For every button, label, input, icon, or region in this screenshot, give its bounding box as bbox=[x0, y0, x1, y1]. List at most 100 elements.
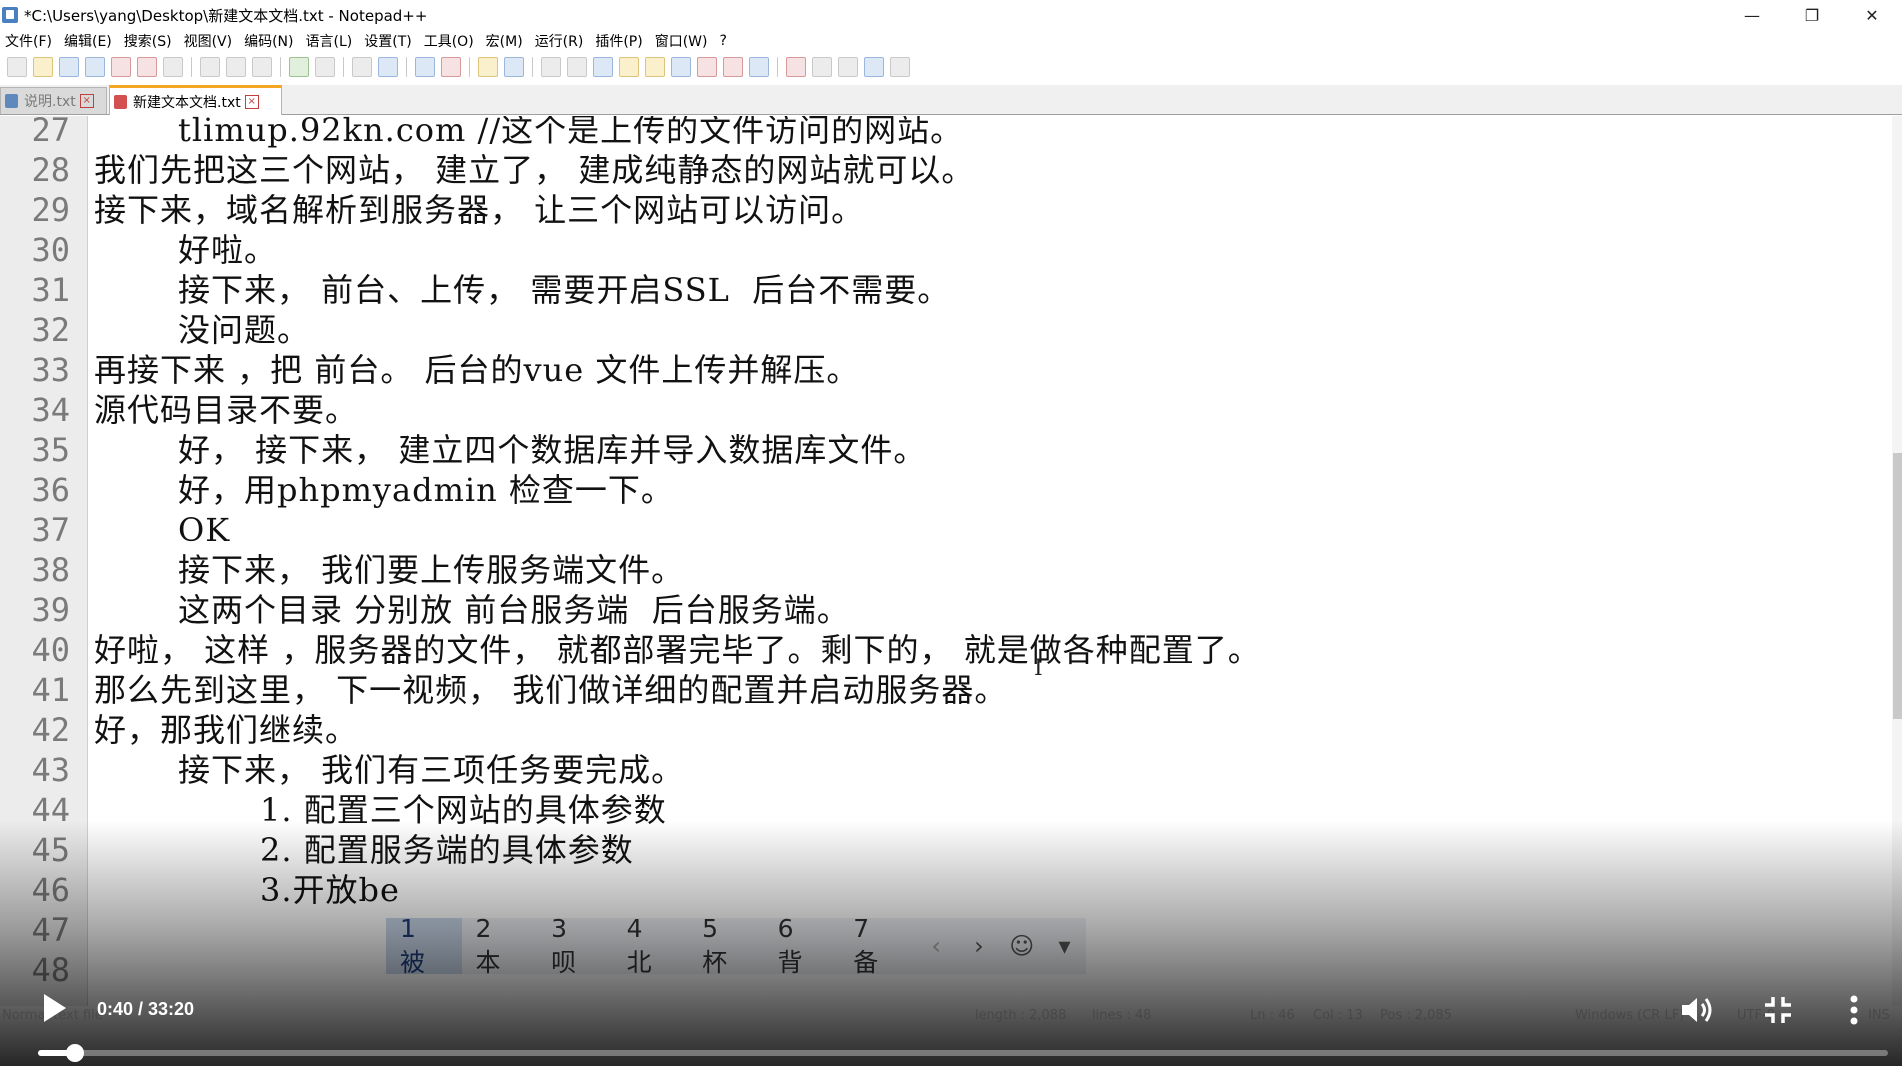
open-file-icon[interactable] bbox=[33, 57, 53, 77]
save-macro-icon[interactable] bbox=[890, 57, 910, 77]
indent-guide-icon[interactable] bbox=[593, 57, 613, 77]
tab-close-icon[interactable]: × bbox=[244, 94, 259, 109]
line-number: 36 bbox=[31, 471, 70, 509]
menu-window[interactable]: 窗口(W) bbox=[650, 31, 715, 51]
more-options-icon[interactable] bbox=[1848, 994, 1860, 1026]
undo-icon[interactable] bbox=[289, 57, 309, 77]
video-progress-bar[interactable] bbox=[38, 1044, 1888, 1062]
menu-tools[interactable]: 工具(O) bbox=[419, 31, 481, 51]
close-file-icon[interactable] bbox=[111, 57, 131, 77]
run-macro-multiple-icon[interactable] bbox=[864, 57, 884, 77]
save-icon[interactable] bbox=[59, 57, 79, 77]
scrollbar-thumb[interactable] bbox=[1893, 453, 1902, 719]
editor-line[interactable]: 31 接下来， 前台、上传， 需要开启SSL 后台不需要。 bbox=[0, 270, 1880, 310]
monitoring-icon[interactable] bbox=[749, 57, 769, 77]
editor-line[interactable]: 37 OK bbox=[0, 510, 1880, 550]
play-macro-icon[interactable] bbox=[838, 57, 858, 77]
editor-line[interactable]: 38 接下来， 我们要上传服务端文件。 bbox=[0, 550, 1880, 590]
editor-area[interactable]: 27 tlimup.92kn.com //这个是上传的文件访问的网站。 28 我们先把… bbox=[0, 116, 1902, 1006]
line-number: 34 bbox=[31, 391, 70, 429]
save-all-icon[interactable] bbox=[85, 57, 105, 77]
ime-candidate[interactable]: 7 备 bbox=[839, 914, 915, 977]
editor-line[interactable]: 36 好，用phpmyadmin 检查一下。 bbox=[0, 470, 1880, 510]
video-progress-handle[interactable] bbox=[66, 1044, 84, 1062]
paste-icon[interactable] bbox=[252, 57, 272, 77]
redo-icon[interactable] bbox=[315, 57, 335, 77]
minimize-button[interactable]: — bbox=[1722, 0, 1782, 30]
ime-expand-icon[interactable]: ▾ bbox=[1043, 932, 1086, 960]
menu-edit[interactable]: 编辑(E) bbox=[59, 31, 119, 51]
exit-fullscreen-icon[interactable] bbox=[1762, 994, 1794, 1026]
editor-line[interactable]: 40 好啦， 这样 ，服务器的文件， 就都部署完毕了。剩下的， 就是做各种配置了。 bbox=[0, 630, 1880, 670]
menu-settings[interactable]: 设置(T) bbox=[359, 31, 418, 51]
editor-line[interactable]: 45 2. 配置服务端的具体参数 bbox=[0, 830, 1880, 870]
close-all-icon[interactable] bbox=[137, 57, 157, 77]
volume-icon[interactable] bbox=[1680, 994, 1714, 1026]
stop-macro-icon[interactable] bbox=[812, 57, 832, 77]
menu-plugins[interactable]: 插件(P) bbox=[590, 31, 649, 51]
editor-line[interactable]: 43 接下来， 我们有三项任务要完成。 bbox=[0, 750, 1880, 790]
editor-line[interactable]: 46 3.开放be bbox=[0, 870, 1880, 910]
editor-line[interactable]: 41 那么先到这里， 下一视频， 我们做详细的配置并启动服务器。 bbox=[0, 670, 1880, 710]
editor-line[interactable]: 35 好， 接下来， 建立四个数据库并导入数据库文件。 bbox=[0, 430, 1880, 470]
word-wrap-icon[interactable] bbox=[541, 57, 561, 77]
toolbar bbox=[0, 52, 1902, 82]
sync-horizontal-icon[interactable] bbox=[504, 57, 524, 77]
vertical-scrollbar[interactable] bbox=[1892, 116, 1902, 1006]
menu-run[interactable]: 运行(R) bbox=[530, 31, 591, 51]
line-number: 31 bbox=[31, 271, 70, 309]
restore-button[interactable]: ❐ bbox=[1782, 0, 1842, 30]
ime-candidate[interactable]: 6 背 bbox=[764, 914, 840, 977]
doc-switcher-icon[interactable] bbox=[723, 57, 743, 77]
ime-candidate[interactable]: 1 被 bbox=[386, 914, 462, 977]
tab-close-icon[interactable]: × bbox=[79, 94, 94, 108]
record-macro-icon[interactable] bbox=[786, 57, 806, 77]
ime-candidate[interactable]: 5 杯 bbox=[688, 914, 764, 977]
ime-next-page-icon[interactable]: › bbox=[958, 932, 1001, 960]
menu-macro[interactable]: 宏(M) bbox=[481, 31, 530, 51]
ime-candidate[interactable]: 4 北 bbox=[613, 914, 689, 977]
replace-icon[interactable] bbox=[378, 57, 398, 77]
editor-line[interactable]: 39 这两个目录 分别放 前台服务端 后台服务端。 bbox=[0, 590, 1880, 630]
editor-line[interactable]: 42 好，那我们继续。 bbox=[0, 710, 1880, 750]
function-list-icon[interactable] bbox=[671, 57, 691, 77]
close-button[interactable]: ✕ bbox=[1842, 0, 1902, 30]
line-number: 32 bbox=[31, 311, 70, 349]
menu-search[interactable]: 搜索(S) bbox=[119, 31, 179, 51]
zoom-in-icon[interactable] bbox=[415, 57, 435, 77]
find-icon[interactable] bbox=[352, 57, 372, 77]
user-language-icon[interactable] bbox=[619, 57, 639, 77]
menu-help[interactable]: ? bbox=[715, 33, 734, 49]
print-icon[interactable] bbox=[163, 57, 183, 77]
ime-emoji-icon[interactable]: ☺ bbox=[1000, 932, 1043, 960]
cut-icon[interactable] bbox=[200, 57, 220, 77]
show-all-characters-icon[interactable] bbox=[567, 57, 587, 77]
editor-line[interactable]: 29 接下来，域名解析到服务器， 让三个网站可以访问。 bbox=[0, 190, 1880, 230]
menu-file[interactable]: 文件(F) bbox=[0, 31, 59, 51]
editor-line[interactable]: 27 tlimup.92kn.com //这个是上传的文件访问的网站。 bbox=[0, 116, 1880, 150]
folder-workspace-icon[interactable] bbox=[697, 57, 717, 77]
menu-language[interactable]: 语言(L) bbox=[301, 31, 360, 51]
ime-candidate[interactable]: 2 本 bbox=[462, 914, 538, 977]
ime-prev-page-icon[interactable]: ‹ bbox=[915, 932, 958, 960]
play-icon[interactable] bbox=[44, 994, 66, 1022]
status-insert-mode: INS bbox=[1868, 1008, 1890, 1023]
status-column: Col : 13 bbox=[1313, 1008, 1363, 1023]
zoom-out-icon[interactable] bbox=[441, 57, 461, 77]
document-map-icon[interactable] bbox=[645, 57, 665, 77]
tab-readme[interactable]: 说明.txt × bbox=[0, 87, 107, 114]
ime-candidate[interactable]: 3 呗 bbox=[537, 914, 613, 977]
status-position: Pos : 2,085 bbox=[1380, 1008, 1452, 1023]
editor-line[interactable]: 44 1. 配置三个网站的具体参数 bbox=[0, 790, 1880, 830]
menu-encoding[interactable]: 编码(N) bbox=[239, 31, 300, 51]
new-file-icon[interactable] bbox=[7, 57, 27, 77]
editor-line[interactable]: 30 好啦。 bbox=[0, 230, 1880, 270]
sync-vertical-icon[interactable] bbox=[478, 57, 498, 77]
editor-line[interactable]: 32 没问题。 bbox=[0, 310, 1880, 350]
copy-icon[interactable] bbox=[226, 57, 246, 77]
editor-line[interactable]: 28 我们先把这三个网站， 建立了， 建成纯静态的网站就可以。 bbox=[0, 150, 1880, 190]
tab-new-text-document[interactable]: 新建文本文档.txt × bbox=[109, 85, 282, 115]
editor-line[interactable]: 33 再接下来 ，把 前台。 后台的vue 文件上传并解压。 bbox=[0, 350, 1880, 390]
editor-line[interactable]: 34 源代码目录不要。 bbox=[0, 390, 1880, 430]
menu-view[interactable]: 视图(V) bbox=[179, 31, 240, 51]
